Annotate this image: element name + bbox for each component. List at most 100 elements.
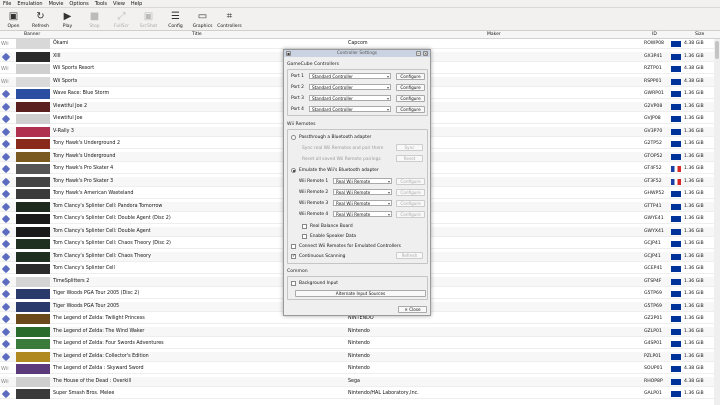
refresh-remotes-button[interactable]: Refresh [396, 252, 423, 259]
game-title: Viewtiful Joe 2 [53, 103, 88, 109]
port-3-configure-button[interactable]: Configure [396, 94, 425, 102]
table-row[interactable]: The Legend of Zelda: The Wind Waker Ninte… [0, 326, 720, 337]
wii-remote-4-configure-button[interactable]: Configure [396, 210, 425, 218]
game-banner [16, 89, 50, 99]
game-list-header: Banner Title Maker ID Size [0, 31, 720, 39]
port-1-configure-button[interactable]: Configure [396, 72, 425, 80]
menu-view[interactable]: View [113, 1, 125, 7]
game-id: GCJP41 [644, 241, 661, 246]
game-title: The Legend of Zelda: The Wind Waker [53, 328, 145, 334]
port-2-configure-button[interactable]: Configure [396, 83, 425, 91]
open-button[interactable]: ▣ Open [0, 8, 27, 30]
game-banner [16, 176, 50, 187]
table-row[interactable]: Wii The Legend of Zelda : Skyward Sword Ni… [0, 364, 720, 374]
emulate-bt-radio[interactable] [291, 168, 296, 173]
game-banner [16, 226, 50, 237]
game-size: 1.36 GiB [684, 328, 704, 334]
connect-remotes-label: Connect Wii Remotes for Emulated Control… [299, 244, 401, 249]
game-id: RSPP01 [644, 78, 662, 84]
france-flag-icon [671, 166, 681, 172]
minimize-icon[interactable]: – [416, 51, 421, 56]
game-title: The Legend of Zelda : Skyward Sword [53, 366, 144, 371]
config-button[interactable]: ☰ Config [162, 8, 189, 30]
game-size: 1.36 GiB [684, 266, 704, 271]
menu-file[interactable]: File [3, 1, 11, 7]
wii-remote-1-configure-button[interactable]: Configure [396, 177, 425, 185]
window-menu-icon[interactable]: ▪ [286, 51, 291, 56]
table-row[interactable]: Wii The House of the Dead : Overkill Sega R… [0, 376, 720, 387]
port-4-select[interactable]: Standard Controller [309, 106, 391, 112]
port-label: Port 4 [291, 107, 304, 112]
wii-remote-3-select[interactable]: Real Wii Remote [333, 200, 392, 206]
gamecube-icon [1, 327, 12, 336]
port-1-select[interactable]: Standard Controller [309, 73, 391, 79]
column-id[interactable]: ID [652, 32, 657, 37]
game-size: 1.36 GiB [684, 278, 704, 284]
column-size[interactable]: Size [695, 32, 704, 37]
speaker-data-checkbox[interactable] [302, 234, 307, 239]
stop-button[interactable]: ■ Stop [81, 8, 108, 30]
game-size: 4.38 GiB [684, 378, 704, 384]
port-4-configure-button[interactable]: Configure [396, 105, 425, 113]
background-input-checkbox[interactable] [291, 281, 296, 286]
wii-remote-2-select[interactable]: Real Wii Remote [333, 189, 392, 195]
menu-emulation[interactable]: Emulation [17, 1, 42, 7]
menu-options[interactable]: Options [69, 1, 88, 7]
gamecube-icon [1, 102, 12, 111]
game-id: PZLP01 [644, 353, 662, 359]
graphics-button[interactable]: ▭ Graphics [189, 8, 216, 30]
europe-flag-icon [671, 53, 681, 60]
game-banner [16, 339, 50, 349]
game-title: XIII [53, 53, 61, 59]
europe-flag-icon [671, 391, 681, 397]
game-banner [16, 251, 50, 262]
game-size: 1.36 GiB [684, 166, 704, 171]
table-row[interactable]: The Legend of Zelda: Four Swords Adventu… [0, 339, 720, 349]
menu-help[interactable]: Help [131, 1, 142, 7]
game-title: Tony Hawk's Pro Skater 3 [53, 178, 114, 184]
wii-remote-3-configure-button[interactable]: Configure [396, 199, 425, 207]
table-row[interactable]: Wii Ōkami Capcom ROWP08 4.38 GiB [0, 39, 720, 49]
play-button[interactable]: ▶ Play [54, 8, 81, 30]
menu-tools[interactable]: Tools [95, 1, 107, 7]
menu-movie[interactable]: Movie [49, 1, 64, 7]
sync-button[interactable]: Sync [396, 144, 423, 151]
game-title: The Legend of Zelda: Four Swords Adventu… [53, 341, 164, 346]
continuous-scanning-checkbox[interactable]: ✓ [291, 254, 296, 259]
port-3-select[interactable]: Standard Controller [309, 95, 391, 101]
scrshot-button[interactable]: ▣ ScrShot [135, 8, 162, 30]
game-id: G2VP08 [644, 103, 663, 109]
alternate-input-sources-button[interactable]: Alternate Input Sources [295, 290, 426, 297]
dialog-titlebar: Controller Settings ▪ – × [284, 50, 430, 57]
emulate-bt-label: Emulate the Wii's Bluetooth adapter [299, 168, 379, 173]
wii-remote-1-select[interactable]: Real Wii Remote [333, 178, 392, 184]
wii-remote-2-configure-button[interactable]: Configure [396, 188, 425, 196]
wii-platform-icon: Wii [1, 41, 9, 47]
connect-remotes-checkbox[interactable] [291, 244, 296, 249]
fullscr-button[interactable]: ⤢ FullScr [108, 8, 135, 30]
gamecube-controllers-group: Port 1 Standard Controller Configure Port 2… [287, 69, 428, 116]
column-maker[interactable]: Maker [487, 32, 501, 37]
europe-flag-icon [671, 228, 681, 235]
table-row[interactable]: The Legend of Zelda: Collector's Edition… [0, 351, 720, 362]
close-window-icon[interactable]: × [423, 51, 428, 56]
game-banner [16, 76, 50, 87]
port-2-select[interactable]: Standard Controller [309, 84, 391, 90]
controllers-button[interactable]: ⌗ Controllers [216, 8, 243, 30]
europe-flag-icon [671, 341, 681, 347]
vertical-scrollbar[interactable] [714, 39, 720, 405]
refresh-button[interactable]: ↻ Refresh [27, 8, 54, 30]
column-title[interactable]: Title [192, 32, 202, 37]
controllers-icon: ⌗ [226, 11, 233, 22]
wii-remote-4-select[interactable]: Real Wii Remote [333, 211, 392, 217]
table-row[interactable]: Super Smash Bros. Melee Nintendo/HAL Labo… [0, 389, 720, 399]
column-banner[interactable]: Banner [24, 32, 40, 37]
scrollbar-thumb[interactable] [715, 41, 719, 59]
toolbar-label: Graphics [192, 24, 213, 29]
game-id: RHOP8P [644, 378, 663, 384]
passthrough-radio[interactable] [291, 135, 296, 140]
balance-board-checkbox[interactable] [302, 224, 307, 229]
reset-button[interactable]: Reset [396, 155, 423, 162]
close-button[interactable]: ✕ Close [398, 306, 427, 313]
game-id: ROWP08 [644, 41, 664, 46]
